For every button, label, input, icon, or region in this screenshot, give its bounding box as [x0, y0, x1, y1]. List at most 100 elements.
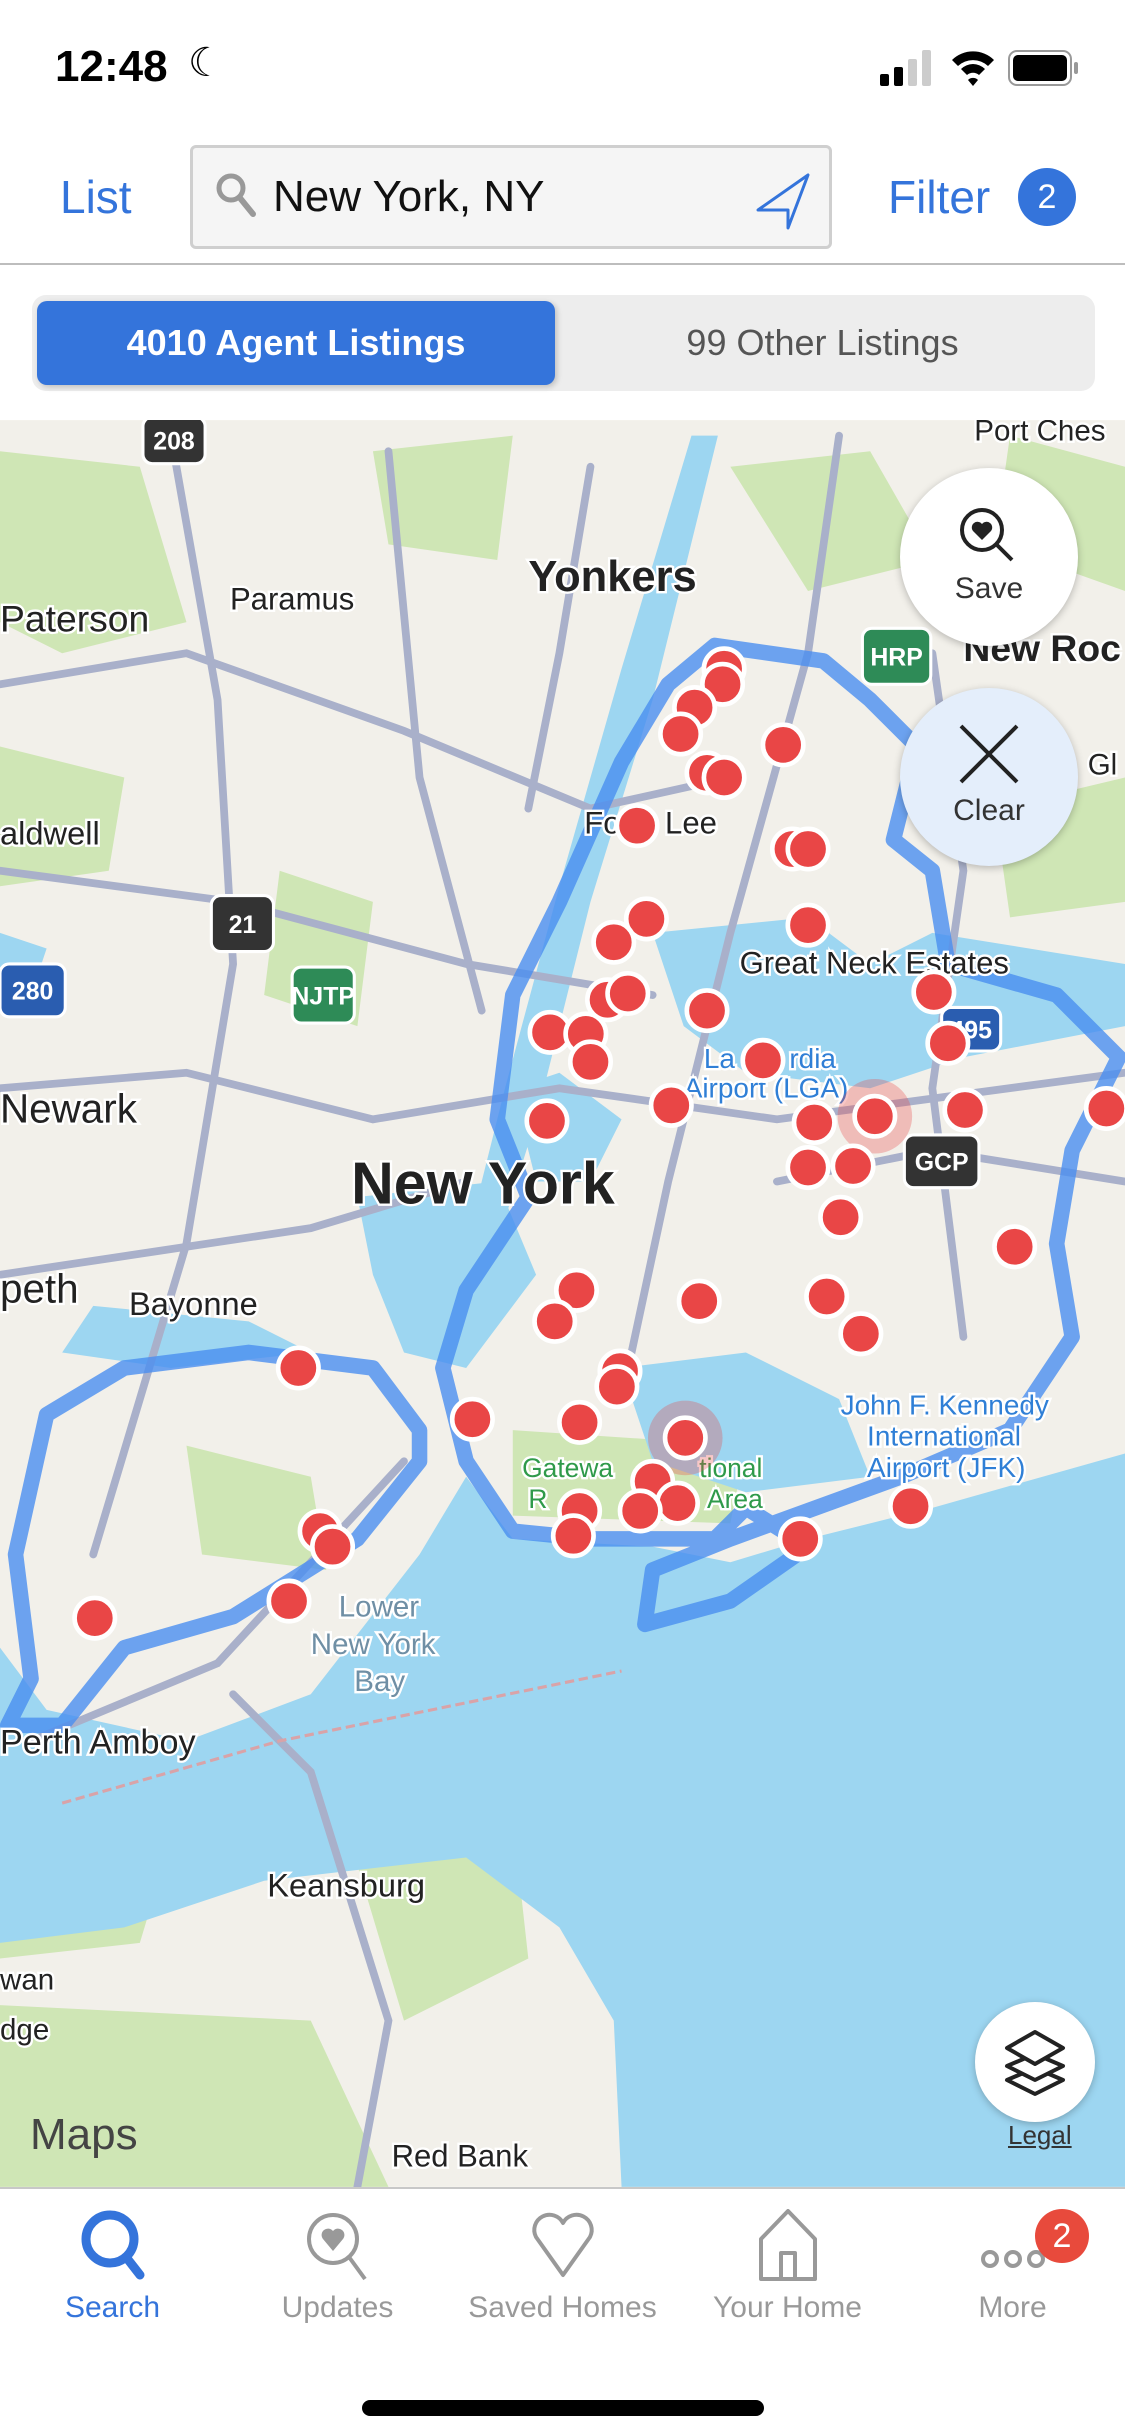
listing-pin[interactable]	[605, 970, 651, 1017]
bottom-tab-bar: Search Updates Saved Homes Your Home Mor…	[0, 2187, 1125, 2436]
map-layers-button[interactable]	[975, 2002, 1095, 2122]
status-bar: 12:48 ☾	[0, 0, 1125, 130]
location-search-input[interactable]: New York, NY	[190, 145, 832, 249]
map-view[interactable]: 208 21 280 495 HRP NJTP GCP Port Ches Yonkers Pa…	[0, 420, 1125, 2187]
listing-pin[interactable]	[760, 722, 806, 768]
listing-pin[interactable]	[654, 1480, 701, 1526]
map-label: Newark	[0, 1085, 138, 1131]
listing-pin[interactable]	[266, 1578, 312, 1624]
listing-pin[interactable]	[785, 826, 831, 872]
map-label: dge	[0, 2013, 49, 2046]
listing-pin[interactable]	[791, 1099, 837, 1146]
svg-text:21: 21	[229, 911, 257, 939]
tab-search[interactable]: Search	[0, 2209, 225, 2349]
clear-boundary-button[interactable]: Clear	[900, 688, 1078, 866]
listing-pin[interactable]	[591, 919, 637, 965]
highway-shield: 21	[209, 894, 276, 954]
listing-pin[interactable]	[777, 1516, 823, 1562]
more-notification-badge: 2	[1035, 2209, 1089, 2263]
listing-pin[interactable]	[1083, 1085, 1125, 1132]
tab-more[interactable]: More 2	[900, 2209, 1125, 2349]
map-canvas[interactable]: 20821280495HRPNJTPGCP Port ChesYonkersPa…	[0, 420, 1125, 2187]
listing-pin[interactable]	[785, 902, 831, 948]
tab-updates[interactable]: Updates	[225, 2209, 450, 2349]
listing-pin[interactable]	[658, 711, 704, 757]
listing-pin[interactable]	[557, 1399, 603, 1445]
listing-pin[interactable]	[818, 1194, 864, 1240]
clear-label: Clear	[953, 794, 1025, 827]
map-label: Yonkers	[528, 553, 696, 601]
listing-pin[interactable]	[309, 1524, 356, 1570]
svg-text:280: 280	[12, 978, 53, 1006]
search-icon	[216, 173, 256, 217]
listing-pin[interactable]	[676, 1278, 722, 1324]
listing-pin[interactable]	[684, 988, 730, 1034]
layers-icon	[1005, 2030, 1065, 2096]
listing-pin[interactable]	[532, 1298, 578, 1344]
map-label: Red Bank	[392, 2139, 529, 2174]
map-label: Great Neck Estates	[740, 945, 1009, 980]
search-icon	[81, 2210, 144, 2280]
cellular-signal-icon	[880, 50, 931, 86]
filter-button[interactable]: Filter	[888, 170, 990, 224]
legal-link[interactable]: Legal	[1008, 2120, 1072, 2151]
listing-pin[interactable]	[838, 1311, 884, 1357]
save-search-button[interactable]: Save	[900, 468, 1078, 646]
map-label: wan	[0, 1964, 54, 1997]
map-label: Keansburg	[267, 1866, 425, 1903]
listing-pin[interactable]	[275, 1345, 321, 1391]
map-label: Lee	[665, 805, 717, 840]
map-label: peth	[0, 1266, 79, 1312]
apple-maps-attribution: Maps	[30, 2110, 138, 2159]
map-label: New York	[351, 1150, 615, 1216]
listing-pin[interactable]	[648, 1082, 694, 1128]
other-listings-tab[interactable]: 99 Other Listings	[555, 301, 1090, 385]
listing-pin[interactable]	[830, 1143, 876, 1189]
map-label: Port Ches	[974, 420, 1105, 447]
highway-shield: 208	[141, 420, 207, 466]
status-time: 12:48	[55, 42, 168, 91]
listing-pin[interactable]	[888, 1483, 934, 1529]
agent-listings-tab[interactable]: 4010 Agent Listings	[37, 301, 555, 385]
listing-pin[interactable]	[524, 1098, 570, 1144]
svg-text:208: 208	[153, 428, 195, 456]
listing-pin[interactable]	[550, 1513, 596, 1559]
tab-your-home[interactable]: Your Home	[675, 2209, 900, 2349]
map-label: Gatewa	[522, 1453, 613, 1483]
updates-icon	[306, 2213, 367, 2281]
listing-pin[interactable]	[72, 1595, 118, 1641]
map-label: R	[528, 1484, 547, 1514]
map-label: La	[704, 1043, 736, 1074]
current-location-icon[interactable]	[753, 170, 813, 230]
listing-pin[interactable]	[701, 754, 747, 801]
listing-pin[interactable]	[740, 1037, 786, 1083]
map-label: New York	[311, 1628, 436, 1661]
svg-text:NJTP: NJTP	[291, 982, 355, 1010]
svg-text:HRP: HRP	[870, 644, 923, 672]
listing-pin[interactable]	[942, 1087, 988, 1133]
wifi-icon	[952, 51, 994, 86]
listing-pin[interactable]	[992, 1224, 1038, 1270]
listing-pin[interactable]	[804, 1273, 850, 1320]
listing-pin[interactable]	[785, 1145, 831, 1191]
listing-pin[interactable]	[594, 1364, 640, 1410]
map-label: Bay	[354, 1665, 405, 1698]
listing-pin[interactable]	[911, 969, 957, 1015]
home-indicator	[362, 2400, 764, 2416]
tab-saved-homes[interactable]: Saved Homes	[450, 2209, 675, 2349]
moon-icon: ☾	[188, 41, 224, 85]
listing-pin[interactable]	[852, 1093, 898, 1139]
house-icon	[758, 2209, 817, 2281]
map-label: Bayonne	[129, 1285, 258, 1322]
close-icon	[959, 724, 1019, 784]
listing-pin[interactable]	[567, 1039, 614, 1085]
list-view-button[interactable]: List	[60, 170, 132, 224]
map-label: Gl	[1088, 748, 1118, 781]
listing-pin[interactable]	[617, 1488, 663, 1534]
map-label: John F. Kennedy	[841, 1390, 1049, 1421]
listing-pin[interactable]	[614, 803, 660, 849]
map-label: rdia	[789, 1043, 836, 1074]
listing-pin[interactable]	[449, 1396, 495, 1442]
listing-pin[interactable]	[925, 1020, 971, 1066]
listing-pin[interactable]	[662, 1415, 708, 1461]
